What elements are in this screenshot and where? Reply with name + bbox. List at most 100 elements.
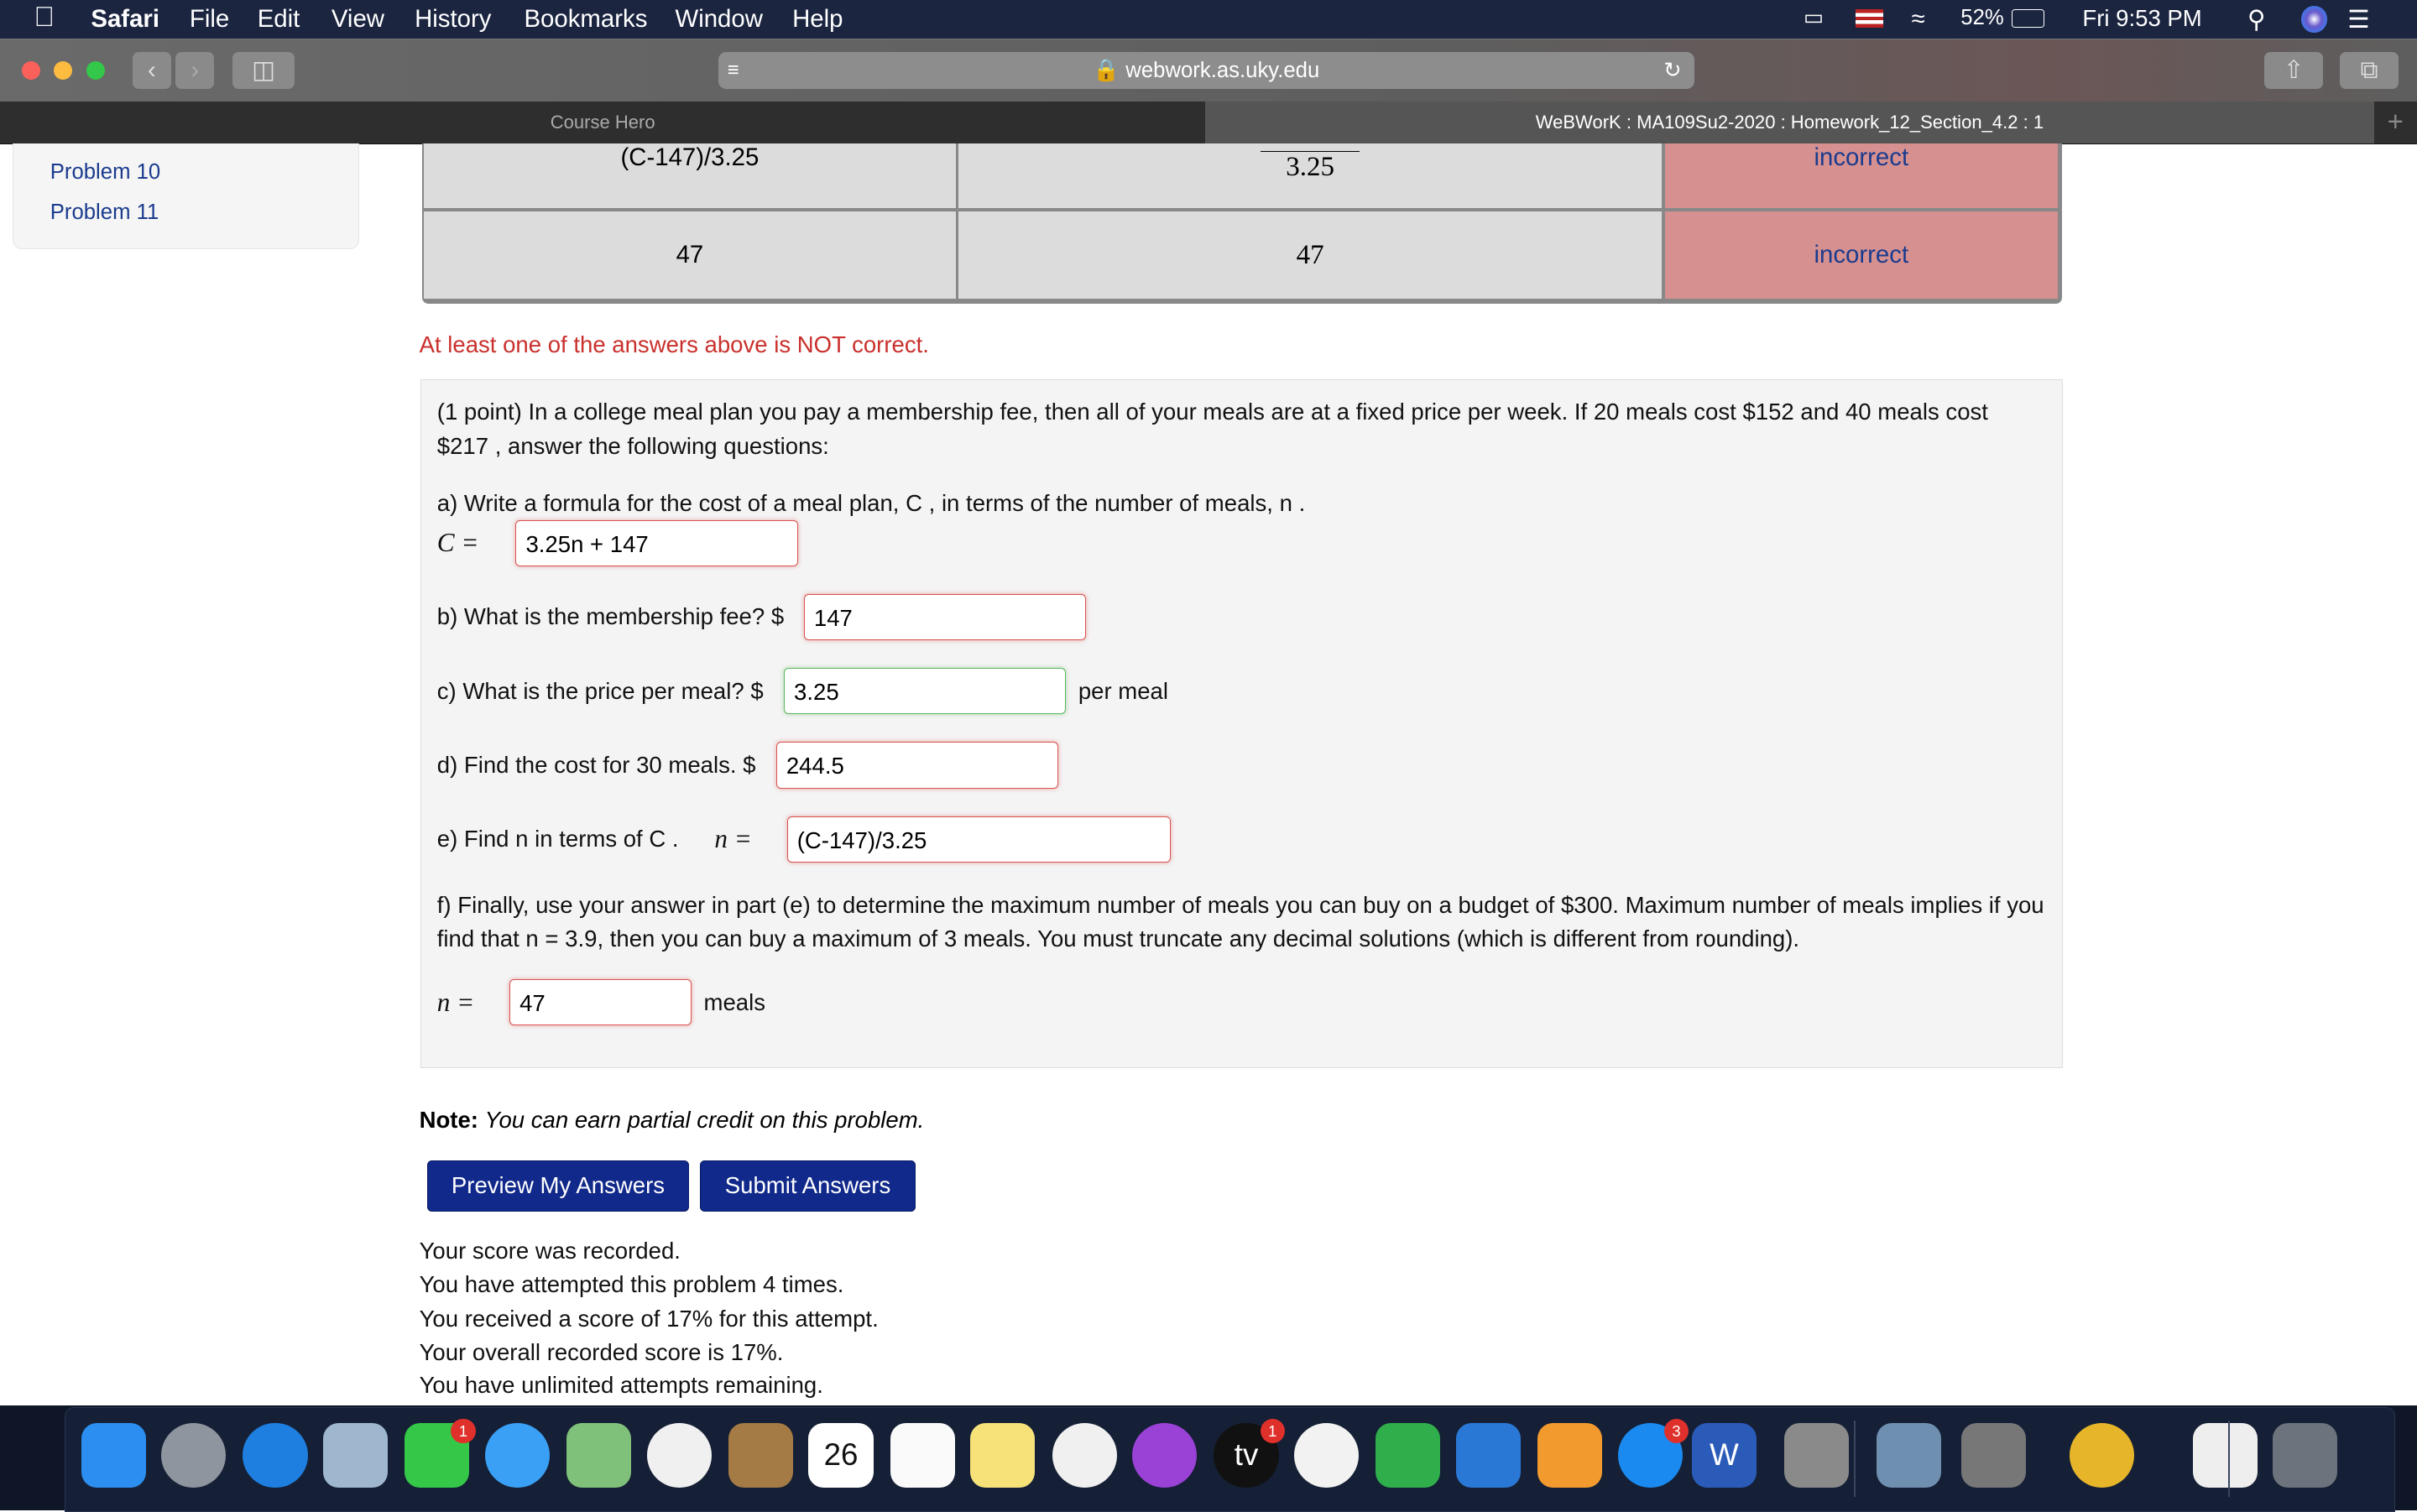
notification-badge: 3 — [1663, 1418, 1689, 1444]
dock-facetime-icon[interactable]: 1 — [405, 1418, 476, 1489]
preview-answers-button[interactable]: Preview My Answers — [426, 1160, 690, 1212]
dock-keynote-icon[interactable] — [1455, 1423, 1521, 1489]
dock-apple-tv-icon[interactable]: tv 1 — [1214, 1418, 1285, 1489]
dock-safari-icon[interactable] — [243, 1423, 308, 1489]
answer-b-input[interactable]: 147 — [803, 594, 1087, 641]
dock-divider — [2228, 1420, 2230, 1498]
dock-system-information-icon[interactable] — [1961, 1423, 2027, 1489]
notification-badge: 1 — [1260, 1418, 1285, 1444]
entered-answer-cell: (C-147)/3.25 — [424, 143, 956, 208]
dock-music-icon[interactable] — [1052, 1423, 1117, 1489]
dock-news-icon[interactable] — [1293, 1423, 1360, 1489]
sidebar-problem-11[interactable]: Problem 11 — [50, 201, 159, 225]
notification-badge: 1 — [451, 1418, 476, 1444]
dock-docx-file-icon[interactable] — [2192, 1423, 2258, 1489]
address-bar[interactable]: ≡ 🔒 webwork.as.uky.edu ↻ — [718, 51, 1694, 89]
per-meal-label: per meal — [1078, 677, 1169, 704]
submit-answers-button[interactable]: Submit Answers — [699, 1160, 916, 1212]
dock-contacts-icon[interactable] — [728, 1423, 794, 1489]
dock-chrome-icon[interactable] — [2069, 1423, 2134, 1489]
us-flag-input-icon[interactable] — [1856, 9, 1884, 29]
dock-calendar-icon[interactable]: 26 — [808, 1423, 874, 1489]
menu-history[interactable]: History — [415, 5, 491, 34]
menu-file[interactable]: File — [190, 5, 229, 34]
dock-launchpad-icon[interactable] — [161, 1423, 227, 1489]
menu-edit[interactable]: Edit — [258, 5, 300, 34]
menu-view[interactable]: View — [331, 5, 384, 34]
question-b: b) What is the membership fee? $ — [436, 603, 785, 630]
battery-icon[interactable] — [2011, 9, 2044, 29]
tab-course-hero[interactable]: Course Hero — [0, 102, 1205, 143]
dock-photos-icon[interactable] — [646, 1423, 712, 1489]
dock-icon-label: W — [1710, 1436, 1739, 1472]
question-a: a) Write a formula for the cost of a mea… — [436, 489, 1306, 516]
dock-notes-icon[interactable] — [970, 1423, 1036, 1489]
spotlight-search-icon[interactable]: ⚲ — [2247, 5, 2266, 34]
sidebar-toggle-icon[interactable]: ◫ — [232, 51, 295, 89]
back-button[interactable]: ‹ — [132, 51, 171, 89]
dock-numbers-icon[interactable] — [1376, 1423, 1441, 1489]
lock-icon: 🔒 — [1093, 58, 1120, 82]
sidebar-problem-10[interactable]: Problem 10 — [50, 160, 160, 185]
zoom-window-button[interactable] — [86, 60, 105, 80]
siri-icon[interactable] — [2301, 6, 2328, 33]
dock-word-icon[interactable]: W — [1691, 1423, 1757, 1489]
notification-center-icon[interactable]: ☰ — [2347, 5, 2369, 34]
menu-app-name[interactable]: Safari — [91, 5, 159, 34]
answer-e-input[interactable]: (C-147)/3.25 — [786, 816, 1172, 863]
url-text: webwork.as.uky.edu — [1125, 58, 1320, 82]
reload-icon[interactable]: ↻ — [1663, 52, 1682, 89]
dock-system-preferences-icon[interactable] — [1784, 1423, 1850, 1489]
dock-messages-icon[interactable] — [484, 1423, 550, 1489]
reader-icon[interactable]: ≡ — [728, 52, 739, 89]
question-f: f) Finally, use your answer in part (e) … — [436, 891, 2044, 952]
menu-bookmarks[interactable]: Bookmarks — [524, 5, 647, 34]
dock-trash-icon[interactable] — [2273, 1423, 2338, 1489]
problem-sidebar: Problem 10 Problem 11 — [12, 143, 360, 249]
menu-bar:  Safari File Edit View History Bookmark… — [0, 0, 2417, 39]
dock-icon-label: 26 — [823, 1436, 859, 1472]
score-line: Your overall recorded score is 17%. — [419, 1339, 784, 1366]
dock-maps-icon[interactable] — [566, 1423, 632, 1489]
close-window-button[interactable] — [21, 60, 40, 80]
safari-toolbar: ‹ › ◫ ≡ 🔒 webwork.as.uky.edu ↻ ⇧ ⧉ — [0, 38, 2417, 103]
incorrect-message: At least one of the answers above is NOT… — [419, 331, 929, 357]
dock-finder-icon[interactable] — [81, 1423, 146, 1489]
answer-a-input[interactable]: 3.25n + 147 — [515, 519, 798, 567]
forward-button[interactable]: › — [175, 51, 215, 89]
new-tab-button[interactable]: + — [2374, 102, 2417, 143]
dock-preview-icon[interactable] — [1877, 1423, 1942, 1489]
results-table: (C-147)/3.25 3.25 incorrect 47 47 incorr… — [422, 143, 2063, 304]
score-line: You received a score of 17% for this att… — [419, 1305, 879, 1332]
airplay-icon[interactable]: ▭ — [1804, 5, 1824, 30]
dock-mail-stamp-icon[interactable] — [322, 1423, 388, 1489]
dock-reminders-icon[interactable] — [890, 1423, 955, 1489]
tab-bar: Course Hero WeBWorK : MA109Su2-2020 : Ho… — [0, 102, 2417, 144]
label-n-equals: n = — [436, 987, 475, 1017]
battery-percent[interactable]: 52% — [1960, 6, 2003, 30]
note-label: Note: — [419, 1106, 478, 1133]
result-cell: incorrect — [1664, 211, 2058, 300]
minimize-window-button[interactable] — [54, 60, 73, 80]
dock-podcasts-icon[interactable] — [1132, 1423, 1198, 1489]
label-n-equals: n = — [714, 823, 752, 853]
apple-icon[interactable]:  — [34, 2, 55, 34]
tabs-overview-icon[interactable]: ⧉ — [2340, 51, 2399, 89]
share-icon[interactable]: ⇧ — [2264, 51, 2323, 89]
partial-credit-note: Note: You can earn partial credit on thi… — [420, 1107, 925, 1134]
dock-pages-icon[interactable] — [1537, 1423, 1603, 1489]
answer-c-input[interactable]: 3.25 — [784, 668, 1067, 715]
tab-webwork[interactable]: WeBWorK : MA109Su2-2020 : Homework_12_Se… — [1205, 102, 2374, 143]
answer-d-input[interactable]: 244.5 — [775, 742, 1058, 789]
menu-window[interactable]: Window — [675, 5, 762, 34]
question-e: e) Find n in terms of C . — [436, 825, 679, 852]
menu-help[interactable]: Help — [792, 5, 843, 34]
dock-app-store-icon[interactable]: 3 — [1617, 1418, 1689, 1489]
clock[interactable]: Fri 9:53 PM — [2082, 5, 2201, 32]
preview-cell: 47 — [958, 211, 1662, 300]
note-text: You can earn partial credit on this prob… — [484, 1106, 925, 1133]
score-line: You have unlimited attempts remaining. — [419, 1371, 823, 1398]
meals-label: meals — [703, 988, 765, 1015]
answer-f-input[interactable]: 47 — [509, 979, 692, 1026]
wifi-icon[interactable]: ≈ — [1912, 5, 1925, 34]
